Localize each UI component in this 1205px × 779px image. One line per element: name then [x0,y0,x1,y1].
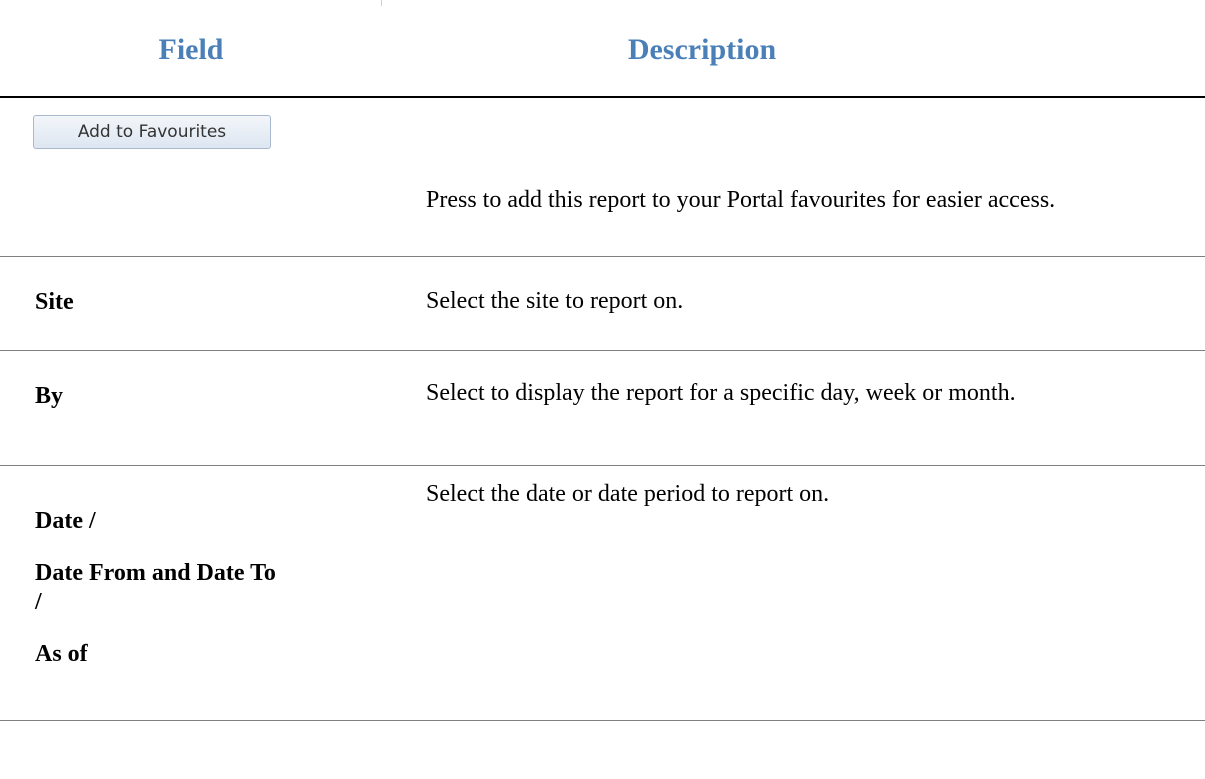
row-divider [0,256,1205,257]
field-label-by: By [35,383,64,409]
column-divider-tick [381,0,382,6]
row-description-site: Select the site to report on. [426,288,684,314]
row-description-by: Select to display the report for a speci… [426,380,1016,406]
table-bottom-rule [0,720,1205,721]
field-label-date-from-to: Date From and Date To [35,560,276,586]
field-label-as-of: As of [35,641,88,667]
field-label-site: Site [35,289,74,315]
row-divider [0,465,1205,466]
description-column-header: Description [627,33,777,66]
field-label-date: Date / [35,508,96,534]
field-column-header: Field [158,33,224,66]
header-rule [0,96,1205,98]
add-to-favourites-button[interactable]: Add to Favourites [33,115,271,149]
field-label-slash: / [35,589,42,615]
row-description-add-to-favourites: Press to add this report to your Portal … [426,187,1056,213]
row-description-date: Select the date or date period to report… [426,481,830,507]
row-divider [0,350,1205,351]
